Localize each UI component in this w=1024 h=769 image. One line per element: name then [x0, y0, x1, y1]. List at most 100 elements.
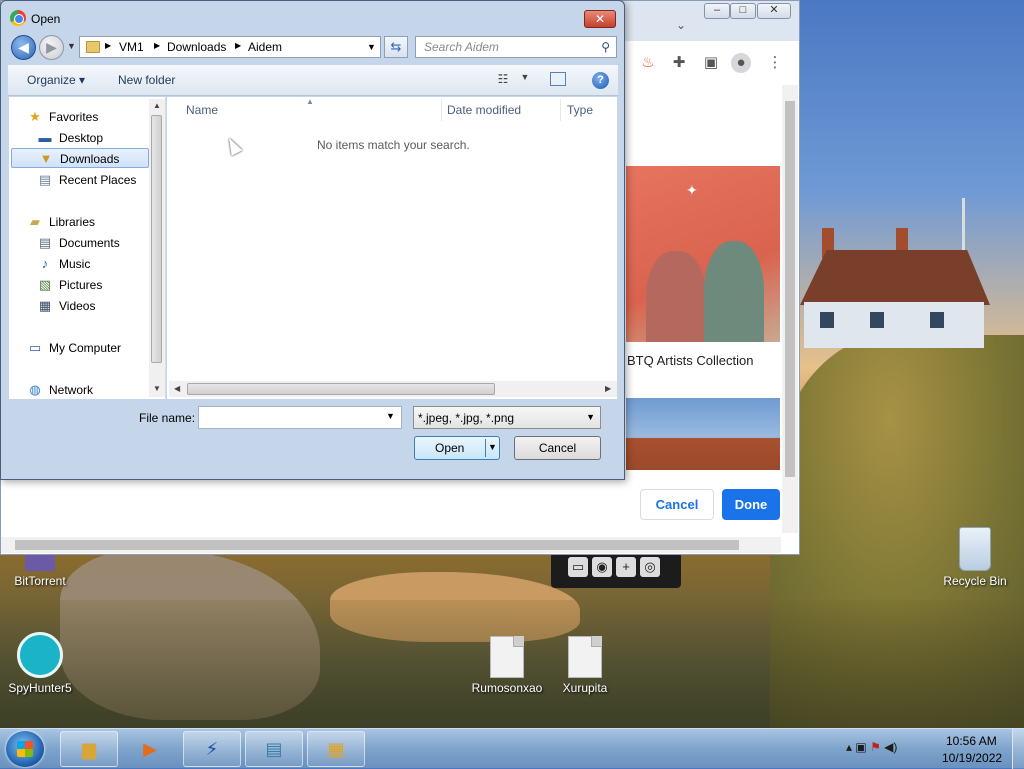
settings-icon[interactable]: ◎ [640, 557, 660, 577]
column-date-modified[interactable]: Date modified [447, 103, 521, 117]
extension-flame-icon[interactable]: ♨ [638, 53, 658, 73]
nav-network[interactable]: ◍ Network [27, 380, 165, 399]
scroll-right-arrow[interactable]: ▶ [605, 384, 611, 393]
nav-recent-places[interactable]: ▤ Recent Places [37, 170, 165, 190]
close-button[interactable]: ✕ [584, 10, 616, 28]
plus-icon[interactable]: + [616, 557, 636, 577]
open-folder-icon[interactable]: ▭ [568, 557, 588, 577]
app-taskbar-button[interactable]: ⚡ [183, 731, 241, 767]
nav-label: My Computer [49, 341, 122, 355]
horizontal-scrollbar[interactable] [1, 537, 781, 553]
nav-scrollbar[interactable]: ▲ ▼ [149, 99, 165, 397]
column-divider[interactable] [560, 99, 561, 121]
desktop-icon-spyhunter[interactable]: SpyHunter5 [0, 632, 80, 695]
profile-icon[interactable]: ● [731, 53, 751, 73]
chevron-down-icon[interactable]: ▼ [488, 442, 497, 452]
empty-message: No items match your search. [317, 138, 470, 152]
desktop-icon-xurupita[interactable]: Xurupita [545, 636, 625, 695]
side-panel-icon[interactable]: ▣ [701, 53, 721, 73]
nav-favorites[interactable]: ★ Favorites [27, 107, 165, 127]
media-player-taskbar-button[interactable]: ▶ [121, 731, 179, 767]
breadcrumb-downloads[interactable]: Downloads [167, 40, 226, 54]
clock-date[interactable]: 10/19/2022 [942, 751, 1002, 765]
action-center-icon[interactable]: ⚑ [870, 740, 881, 754]
search-input[interactable]: Search Aidem ⚲ [415, 36, 617, 58]
scroll-up-arrow[interactable]: ▲ [153, 101, 161, 110]
scrollbar-thumb[interactable] [15, 540, 739, 550]
network-tray-icon[interactable]: ▣ [855, 740, 866, 754]
artwork-image[interactable] [626, 398, 780, 470]
nav-music[interactable]: ♪ Music [37, 254, 165, 274]
file-list-horizontal-scrollbar[interactable]: ◀ ▶ [169, 381, 617, 397]
breadcrumb-separator[interactable]: ▶ [154, 41, 160, 50]
nav-libraries[interactable]: ▰ Libraries [27, 212, 165, 232]
puzzle-icon[interactable]: ✚ [669, 53, 689, 73]
volume-icon[interactable]: ◀) [884, 740, 897, 754]
nav-pictures[interactable]: ▧ Pictures [37, 275, 165, 295]
nav-my-computer[interactable]: ▭ My Computer [27, 338, 165, 358]
desktop-icon-recycle-bin[interactable]: Recycle Bin [935, 527, 1015, 588]
artwork-image[interactable]: ✦ [626, 166, 780, 342]
forward-button[interactable]: ▶ [39, 35, 64, 60]
preview-pane-icon[interactable] [550, 72, 566, 86]
scroll-down-arrow[interactable]: ▼ [153, 384, 161, 393]
back-button[interactable]: ◀ [11, 35, 36, 60]
address-bar[interactable]: ▶ VM1 ▶ Downloads ▶ Aidem ▼ [79, 36, 381, 58]
chevron-down-icon[interactable]: ▼ [517, 72, 533, 86]
explorer-taskbar-button[interactable]: ▆ [60, 731, 118, 767]
refresh-button[interactable]: ⇆ [384, 36, 408, 58]
show-hidden-icons-icon[interactable]: ▴ [846, 740, 852, 754]
search-icon[interactable]: ⚲ [601, 40, 610, 54]
split-divider [485, 439, 486, 457]
file-name-input[interactable] [198, 406, 402, 429]
recent-locations-dropdown[interactable]: ▼ [67, 41, 76, 51]
desktop-icon-label: SpyHunter5 [8, 681, 72, 695]
organize-menu[interactable]: Organize ▾ [27, 73, 85, 87]
capture-icon[interactable]: ◉ [592, 557, 612, 577]
clock-time[interactable]: 10:56 AM [946, 734, 997, 748]
scrollbar-thumb[interactable] [151, 115, 162, 363]
nav-documents[interactable]: ▤ Documents [37, 233, 165, 253]
artwork-figure [704, 241, 764, 342]
help-icon[interactable]: ? [592, 72, 609, 89]
menu-dots-icon[interactable]: ⋮ [765, 53, 785, 73]
file-type-filter[interactable]: *.jpeg, *.jpg, *.png ▼ [413, 406, 601, 429]
column-name[interactable]: Name [186, 103, 218, 117]
command-bar: Organize ▾ New folder ☷ ▼ ? [8, 65, 618, 96]
vertical-scrollbar[interactable] [782, 85, 798, 533]
done-button[interactable]: Done [722, 489, 780, 520]
nav-desktop[interactable]: ▬ Desktop [37, 128, 165, 148]
desktop-icon: ▬ [38, 130, 52, 145]
breadcrumb-vm1[interactable]: VM1 [119, 40, 144, 54]
cancel-button[interactable]: Cancel [640, 489, 714, 520]
scrollbar-thumb[interactable] [785, 101, 795, 477]
nav-downloads[interactable]: ▼ Downloads [11, 148, 149, 168]
scroll-left-arrow[interactable]: ◀ [174, 384, 180, 393]
chrome-icon [10, 10, 26, 26]
breadcrumb-aidem[interactable]: Aidem [248, 40, 282, 54]
desktop-icon-rumosonxao[interactable]: Rumosonxao [467, 636, 547, 695]
view-options-icon[interactable]: ☷ [495, 72, 511, 86]
minimize-button[interactable]: – [704, 3, 730, 19]
breadcrumb-separator[interactable]: ▶ [105, 41, 111, 50]
nav-videos[interactable]: ▦ Videos [37, 296, 165, 316]
new-folder-button[interactable]: New folder [118, 73, 175, 87]
column-divider[interactable] [441, 99, 442, 121]
start-button[interactable] [6, 731, 44, 767]
cancel-button[interactable]: Cancel [514, 436, 601, 460]
maximize-button[interactable]: □ [730, 3, 756, 19]
open-button[interactable]: Open ▼ [414, 436, 500, 460]
chevron-down-icon[interactable]: ▼ [386, 411, 395, 421]
artwork-figure [646, 251, 706, 342]
chevron-down-icon[interactable]: ▼ [367, 42, 376, 52]
recent-places-icon: ▤ [38, 172, 52, 187]
show-desktop-button[interactable] [1012, 729, 1024, 769]
column-type[interactable]: Type [567, 103, 593, 117]
desktop-icon-bittorrent[interactable]: BitTorrent [0, 555, 80, 588]
close-button[interactable]: ✕ [757, 3, 791, 19]
scrollbar-thumb[interactable] [187, 383, 495, 395]
grid-app-taskbar-button[interactable]: ▦ [307, 731, 365, 767]
chevron-down-icon[interactable]: ⌄ [671, 15, 691, 35]
breadcrumb-separator[interactable]: ▶ [235, 41, 241, 50]
notepad-taskbar-button[interactable]: ▤ [245, 731, 303, 767]
